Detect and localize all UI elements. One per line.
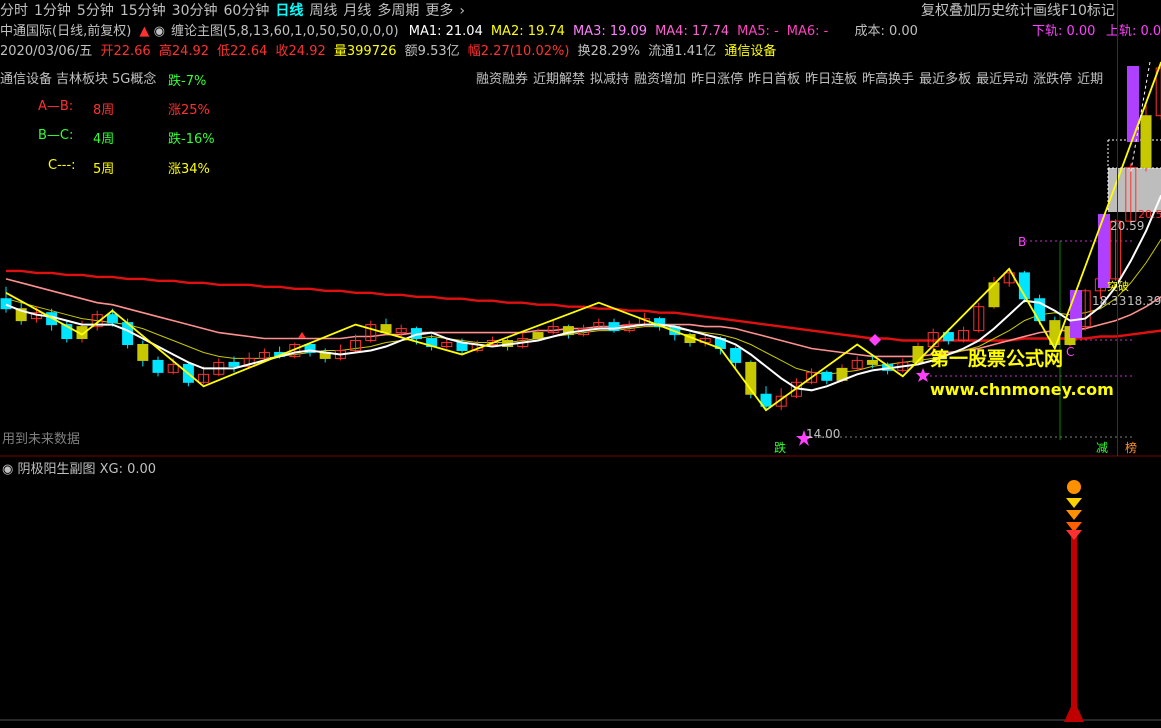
star-marker-2 <box>916 368 930 382</box>
signal-arrow-1 <box>1066 498 1082 508</box>
candle-body <box>730 347 742 363</box>
candle-body <box>0 298 12 310</box>
price-right-label: 18.39 <box>1127 294 1161 308</box>
sub-chart-icon[interactable]: ◉ <box>2 462 17 477</box>
sub-signal-bar <box>1071 536 1077 720</box>
sub-chart-name: 阴极阳生副图 XG: 0.00 <box>17 462 157 477</box>
signal-arrow-2 <box>1066 510 1082 520</box>
money-icon <box>1067 480 1081 494</box>
candle-body <box>532 332 544 340</box>
candle-body <box>137 344 149 361</box>
watermark-title: 第一股票公式网 <box>930 348 1064 370</box>
fall-label: 跌 <box>774 440 786 455</box>
projection-box <box>1108 168 1161 212</box>
arrow-marker <box>298 332 306 338</box>
point-c-label: C <box>1066 345 1074 359</box>
candle-body <box>1140 115 1152 168</box>
watermark-url: www.chnmoney.com <box>930 380 1114 399</box>
price-mid-label: 20.59 <box>1110 219 1144 233</box>
price-mid2-label: 18.33 <box>1092 294 1126 308</box>
reduce-label: 减 <box>1096 441 1108 455</box>
candle-body <box>228 361 240 367</box>
candle-body <box>821 371 833 381</box>
signal-arrow-4 <box>1066 530 1082 540</box>
rank-label: 榜 <box>1125 440 1137 455</box>
panel-separator <box>1117 0 1118 456</box>
price-low-label: 14.00 <box>806 427 840 441</box>
candle-body <box>152 359 164 373</box>
price-right-top-label: 20.5 <box>1138 208 1161 221</box>
sub-chart-title: ◉ 阴极阳生副图 XG: 0.00 <box>2 458 156 477</box>
diamond-marker <box>869 334 881 346</box>
signal-bar-2 <box>1127 66 1139 142</box>
candle-body <box>106 314 118 324</box>
candle-body <box>866 359 878 365</box>
candle-body <box>988 282 1000 308</box>
future-data-note: 用到未来数据 <box>2 432 81 447</box>
point-b-label: B <box>1018 235 1026 249</box>
breakout-label: 突破 <box>1107 279 1129 293</box>
signal-bar-0 <box>1070 290 1082 338</box>
sub-signal-base <box>1064 700 1084 722</box>
